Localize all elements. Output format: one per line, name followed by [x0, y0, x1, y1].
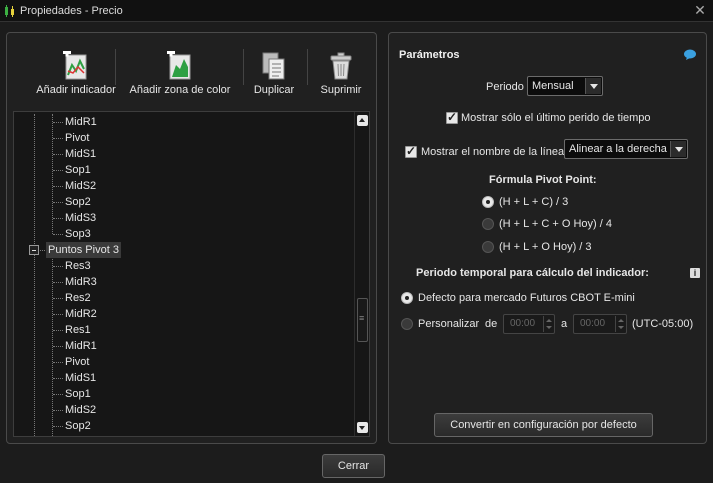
convert-default-label: Convertir en configuración por defecto [450, 419, 637, 431]
tree-item[interactable]: MidR1 [14, 114, 354, 130]
formula-option-3: (H + L + O Hoy) / 3 [499, 241, 592, 253]
add-indicator-label: Añadir indicador [36, 84, 116, 96]
toolbar-divider [307, 49, 308, 85]
close-icon[interactable]: ✕ [693, 3, 707, 17]
add-color-zone-icon [167, 51, 191, 80]
align-value: Alinear a la derecha [569, 143, 667, 155]
show-line-name-label: Mostrar el nombre de la línea [421, 146, 565, 158]
period-select[interactable]: Mensual [527, 76, 603, 96]
tree-item[interactable]: Sop3 [14, 226, 354, 242]
add-indicator-icon [63, 51, 87, 80]
formula-radio-3[interactable] [482, 241, 494, 253]
tree-scrollbar[interactable] [354, 112, 369, 436]
trash-icon [330, 52, 352, 80]
tree-item[interactable]: MidR2 [14, 306, 354, 322]
default-market-radio[interactable] [401, 292, 413, 304]
duplicate-icon [262, 52, 285, 80]
candlestick-icon [5, 4, 14, 17]
formula-radio-2[interactable] [482, 218, 494, 230]
collapse-icon[interactable] [29, 245, 39, 255]
default-market-label: Defecto para mercado Futuros CBOT E-mini [418, 292, 635, 304]
tree-item[interactable]: MidS1 [14, 370, 354, 386]
close-button-label: Cerrar [337, 460, 370, 472]
convert-default-button[interactable]: Convertir en configuración por defecto [434, 413, 653, 437]
duplicate-button[interactable]: Duplicar [254, 51, 294, 96]
tree-item[interactable]: MidR1 [14, 338, 354, 354]
scroll-down-icon[interactable] [357, 422, 368, 433]
duplicate-label: Duplicar [253, 84, 295, 96]
tree-item[interactable]: Pivot [14, 130, 354, 146]
close-button[interactable]: Cerrar [322, 454, 385, 478]
delete-label: Suprimir [320, 84, 362, 96]
tree-item[interactable]: MidS2 [14, 178, 354, 194]
show-last-period-checkbox[interactable] [446, 110, 458, 124]
from-label: de [485, 318, 498, 330]
tree-item[interactable]: Sop1 [14, 386, 354, 402]
chevron-down-icon [670, 141, 686, 157]
customize-radio[interactable] [401, 318, 413, 330]
formula-radio-1[interactable] [482, 196, 494, 208]
tree-item[interactable]: MidS1 [14, 146, 354, 162]
tree-item[interactable]: MidS3 [14, 210, 354, 226]
scroll-up-icon[interactable] [357, 115, 368, 126]
tree-item[interactable]: MidR3 [14, 274, 354, 290]
time-from-field[interactable]: 00:00 [503, 314, 555, 334]
elements-tree[interactable]: MidR1 Pivot MidS1 Sop1 MidS2 Sop2 MidS3 … [13, 111, 370, 437]
customize-label: Personalizar [418, 318, 480, 330]
tree-group-pivot-points-3[interactable]: Puntos Pivot 3 [14, 242, 354, 258]
period-calc-title: Periodo temporal para cálculo del indica… [416, 267, 649, 279]
tree-item[interactable]: Sop2 [14, 418, 354, 434]
align-select[interactable]: Alinear a la derecha [564, 139, 688, 159]
tree-item[interactable]: Res1 [14, 322, 354, 338]
parameters-panel: Parámetros Periodo Mensual Mostrar sólo … [388, 32, 707, 444]
show-last-period-label: Mostrar sólo el último perido de tiempo [461, 112, 651, 124]
chat-bubble-icon[interactable] [684, 49, 696, 60]
title-bar: Propiedades - Precio ✕ [0, 0, 713, 22]
tree-item[interactable]: Sop2 [14, 194, 354, 210]
to-label: a [561, 318, 568, 330]
tree-item[interactable]: MidS2 [14, 402, 354, 418]
add-indicator-button[interactable]: Añadir indicador [36, 51, 116, 96]
toolbar-divider [243, 49, 244, 85]
info-icon[interactable]: i [690, 268, 700, 278]
add-color-zone-label: Añadir zona de color [129, 84, 231, 96]
formula-option-1: (H + L + C) / 3 [499, 196, 569, 208]
parameters-title: Parámetros [399, 49, 460, 61]
formula-option-2: (H + L + C + O Hoy) / 4 [499, 218, 612, 230]
tree-content: MidR1 Pivot MidS1 Sop1 MidS2 Sop2 MidS3 … [14, 114, 354, 436]
time-to-field[interactable]: 00:00 [573, 314, 627, 334]
tree-item[interactable]: Pivot [14, 354, 354, 370]
chevron-down-icon [585, 78, 601, 94]
toolbar-divider [115, 49, 116, 85]
tree-group-label: Puntos Pivot 3 [46, 242, 121, 258]
period-label: Periodo [486, 81, 524, 93]
toolbar: Añadir indicador Añadir zona de color Du… [7, 33, 376, 105]
show-line-name-checkbox[interactable] [405, 144, 417, 158]
add-color-zone-button[interactable]: Añadir zona de color [130, 51, 230, 96]
elements-panel: Añadir indicador Añadir zona de color Du… [6, 32, 377, 444]
period-value: Mensual [532, 80, 574, 92]
tree-item[interactable]: Sop1 [14, 162, 354, 178]
tree-item[interactable]: Res3 [14, 258, 354, 274]
delete-button[interactable]: Suprimir [321, 51, 361, 96]
window-title: Propiedades - Precio [20, 4, 123, 17]
timezone-label: (UTC-05:00) [632, 318, 694, 330]
formula-title: Fórmula Pivot Point: [489, 174, 597, 186]
scroll-thumb[interactable] [357, 298, 368, 342]
tree-item[interactable]: Res2 [14, 290, 354, 306]
